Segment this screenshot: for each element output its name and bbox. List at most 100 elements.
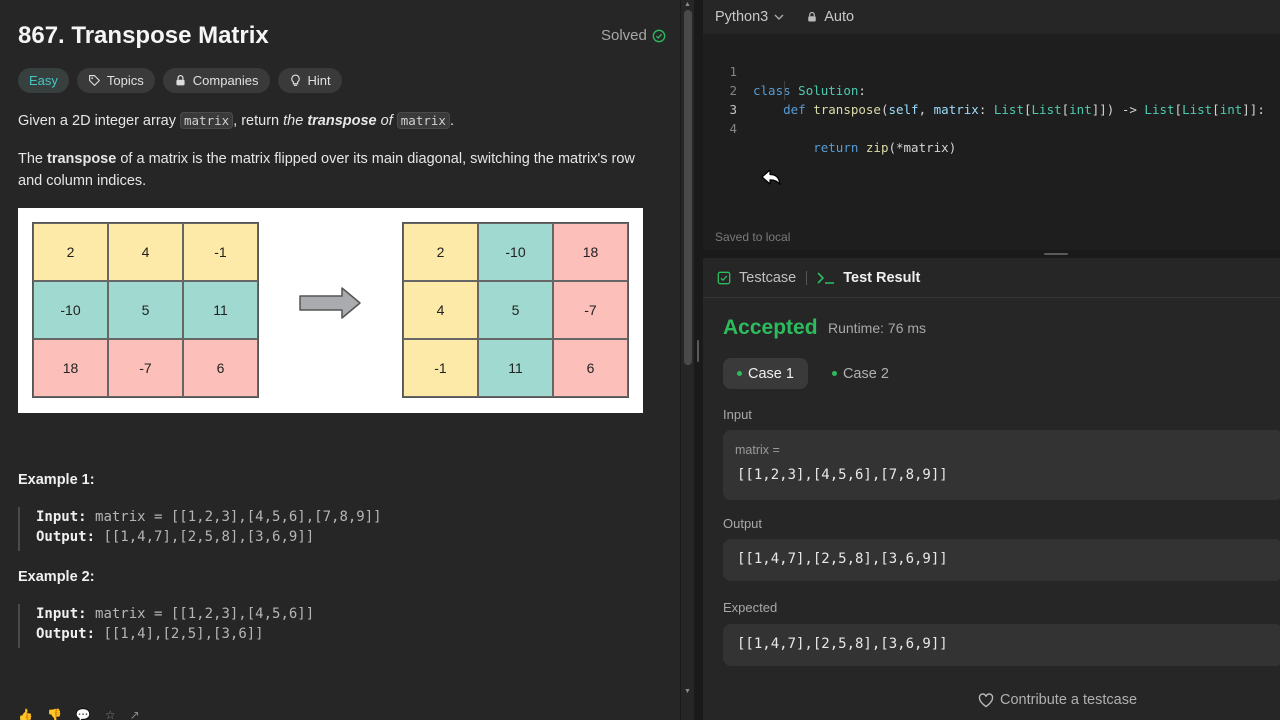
output-box: [[1,4,7],[2,5,8],[3,6,9]]: [723, 539, 1280, 581]
example-output: [[1,4],[2,5],[3,6]]: [103, 626, 264, 642]
matrix-cell: 5: [478, 281, 553, 339]
output-label: Output:: [36, 529, 96, 545]
example-output: [[1,4,7],[2,5,8],[3,6,9]]: [103, 529, 315, 545]
example-2-title: Example 2:: [18, 569, 95, 585]
editor-toolbar: Python3 Auto: [703, 0, 1280, 34]
problem-title: 867. Transpose Matrix: [18, 22, 269, 49]
difficulty-label: Easy: [29, 73, 58, 88]
problem-tags: Easy Topics Companies Hint: [18, 68, 342, 93]
matrix-cell: -10: [478, 223, 553, 281]
dislike-icon[interactable]: 👎: [47, 708, 62, 720]
matrix-cell: 6: [553, 339, 628, 397]
arrow-right-icon: [299, 287, 361, 319]
example-1-block: Input: matrix = [[1,2,3],[4,5,6],[7,8,9]…: [18, 507, 382, 551]
case-label: Case 1: [748, 365, 794, 382]
hint-label: Hint: [307, 73, 331, 88]
case-1-button[interactable]: Case 1: [723, 358, 808, 389]
indent-guide: [784, 81, 785, 100]
bottom-action-bar: 👍 👎 💬 ☆ ↗: [18, 708, 140, 720]
input-box[interactable]: matrix = [[1,2,3],[4,5,6],[7,8,9]]: [723, 430, 1280, 500]
scroll-up-icon[interactable]: ▲: [684, 1, 691, 8]
output-value: [[1,4,7],[2,5,8],[3,6,9]]: [737, 551, 948, 567]
tab-test-result[interactable]: Test Result: [817, 270, 920, 286]
desc-text: Given a 2D integer array: [18, 113, 180, 129]
problem-scrollbar[interactable]: ▲ ▼: [681, 0, 694, 720]
scroll-down-icon[interactable]: ▼: [684, 688, 691, 695]
transpose-illustration: 2 4 -1 -10 5 11 18 -7 6 2 -10 18 4 5 -7 -1 11 6: [18, 208, 643, 413]
example-2-block: Input: matrix = [[1,2,3],[4,5,6]] Output…: [18, 604, 314, 648]
scrollbar-thumb[interactable]: [684, 10, 692, 365]
share-icon[interactable]: ↗: [130, 708, 140, 720]
companies-button[interactable]: Companies: [162, 68, 270, 93]
contribute-testcase-link[interactable]: Contribute a testcase: [978, 692, 1137, 708]
transposed-matrix-grid: 2 -10 18 4 5 -7 -1 11 6: [402, 222, 629, 398]
example-1-title: Example 1:: [18, 472, 95, 488]
vertical-splitter[interactable]: [694, 0, 703, 720]
mode-label: Auto: [824, 9, 855, 25]
test-results-panel: Testcase Test Result Accepted Runtime: 7…: [703, 258, 1280, 720]
hint-button[interactable]: Hint: [277, 68, 342, 93]
lock-icon: [176, 74, 185, 86]
tab-testcase[interactable]: Testcase: [717, 270, 796, 286]
splitter-grip[interactable]: [1044, 253, 1068, 255]
function-name: zip: [865, 140, 889, 155]
tab-divider: [806, 270, 808, 285]
input-label: Input:: [36, 509, 87, 525]
description-paragraph-2: The transpose of a matrix is the matrix …: [18, 148, 658, 192]
expected-value: [[1,4,7],[2,5,8],[3,6,9]]: [737, 636, 948, 652]
language-selector[interactable]: Python3: [715, 9, 784, 25]
matrix-cell: -7: [553, 281, 628, 339]
input-value: [[1,2,3],[4,5,6],[7,8,9]]: [737, 467, 948, 483]
tag-icon: [88, 75, 100, 86]
case-2-button[interactable]: Case 2: [818, 358, 903, 389]
code-line-1[interactable]: 1 class Solution:: [703, 43, 1280, 98]
example-input: matrix = [[1,2,3],[4,5,6],[7,8,9]]: [95, 509, 382, 525]
runtime-label: Runtime: 76 ms: [828, 320, 927, 336]
problem-panel: 867. Transpose Matrix Solved Easy Topics…: [0, 0, 680, 720]
tab-testcase-label: Testcase: [739, 269, 797, 286]
original-matrix-grid: 2 4 -1 -10 5 11 18 -7 6: [32, 222, 259, 398]
desc-bold-italic: transpose: [307, 113, 377, 129]
difficulty-badge[interactable]: Easy: [18, 68, 69, 93]
matrix-cell: -10: [33, 281, 108, 339]
desc-text: The: [18, 151, 48, 167]
input-variable-label: matrix =: [735, 443, 780, 457]
solved-label: Solved: [601, 27, 647, 44]
splitter-grip[interactable]: [697, 340, 699, 362]
star-icon[interactable]: ☆: [105, 708, 116, 720]
horizontal-splitter[interactable]: [703, 250, 1280, 258]
desc-text: , return: [233, 113, 284, 129]
output-section-label: Output: [723, 516, 763, 531]
matrix-cell: -7: [108, 339, 183, 397]
matrix-cell: -1: [183, 223, 258, 281]
args: (*matrix): [888, 140, 957, 155]
matrix-cell: 2: [33, 223, 108, 281]
like-icon[interactable]: 👍: [18, 708, 33, 720]
language-label: Python3: [715, 9, 769, 25]
code-line-2[interactable]: 2 def transpose(self, matrix: List[List[…: [703, 62, 1280, 117]
matrix-cell: 4: [108, 223, 183, 281]
topics-button[interactable]: Topics: [76, 68, 155, 93]
mouse-cursor-icon: [761, 169, 781, 186]
matrix-cell: 5: [108, 281, 183, 339]
keyword: return: [813, 140, 859, 155]
code-editor[interactable]: Python3 Auto 1 class Solution: 2 def tra…: [703, 0, 1280, 250]
code-line-4[interactable]: 4: [703, 100, 1280, 136]
matrix-cell: 11: [183, 281, 258, 339]
description-paragraph-1: Given a 2D integer array matrix, return …: [18, 110, 658, 132]
code-line-3[interactable]: 3 return zip(*matrix): [703, 81, 1280, 155]
auto-mode-toggle[interactable]: Auto: [806, 9, 854, 25]
contribute-label: Contribute a testcase: [1000, 692, 1138, 708]
code-area[interactable]: 1 class Solution: 2 def transpose(self, …: [703, 43, 1280, 155]
desc-bold: transpose: [47, 151, 117, 167]
case-label: Case 2: [842, 365, 889, 382]
example-input: matrix = [[1,2,3],[4,5,6]]: [95, 606, 315, 622]
line-number: 4: [729, 121, 737, 136]
lightbulb-icon: [290, 74, 300, 86]
pass-dot-icon: [737, 371, 742, 376]
lock-icon: [808, 11, 816, 22]
matrix-cell: 6: [183, 339, 258, 397]
matrix-cell: -1: [403, 339, 478, 397]
topics-label: Topics: [106, 73, 144, 88]
comment-icon[interactable]: 💬: [76, 708, 91, 720]
